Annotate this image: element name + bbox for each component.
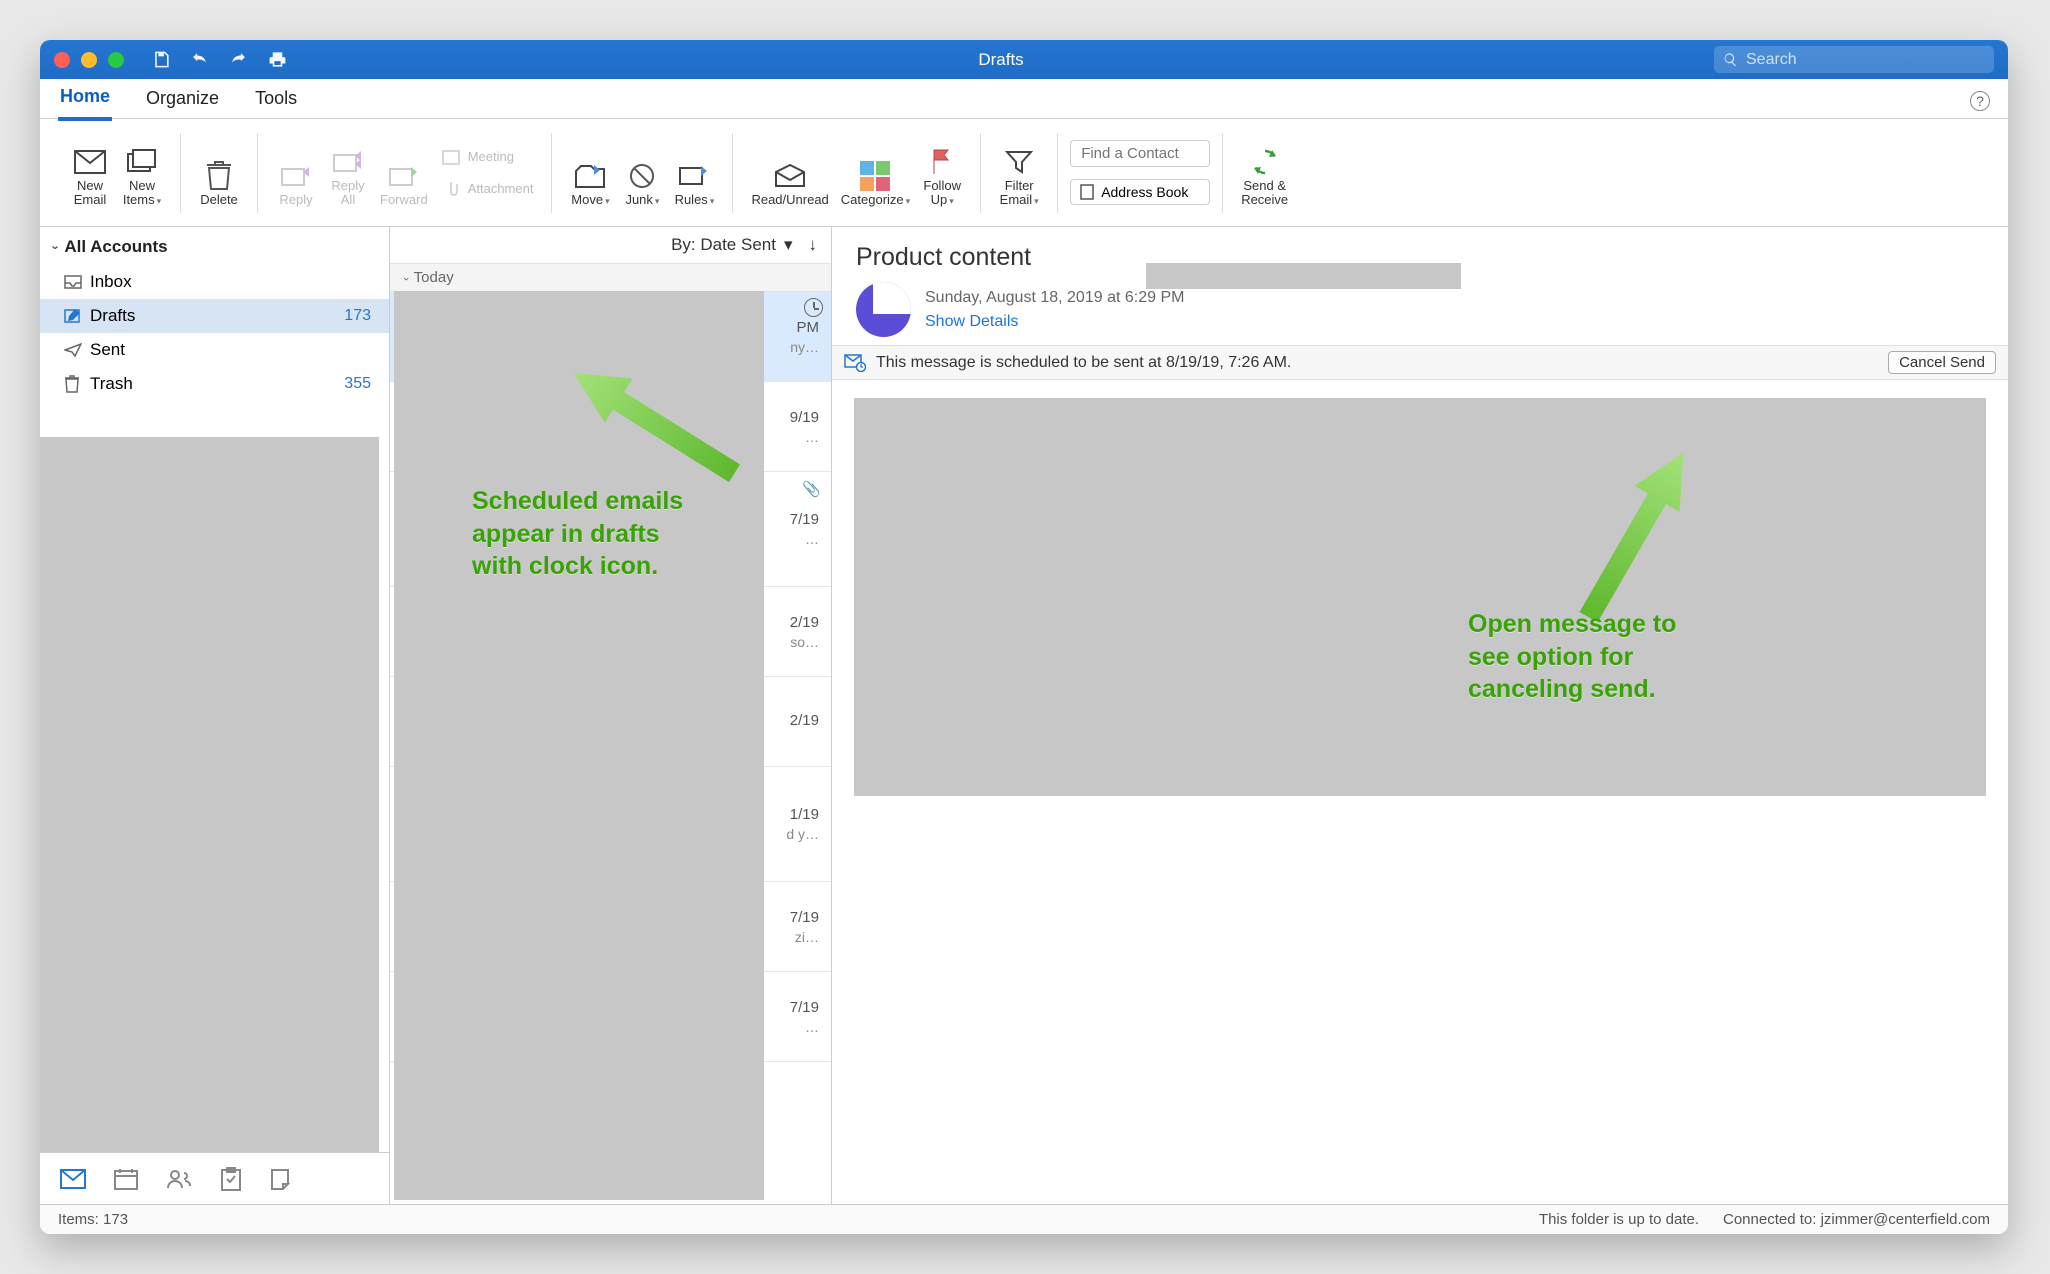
send-receive-button[interactable]: Send & Receive — [1235, 136, 1294, 210]
zoom-window-button[interactable] — [108, 52, 124, 68]
scheduled-info-text: This message is scheduled to be sent at … — [876, 354, 1291, 372]
folder-trash[interactable]: Trash355 — [40, 367, 389, 401]
sidebar-redacted — [40, 437, 379, 1152]
status-bar: Items: 173 This folder is up to date. Co… — [40, 1204, 2008, 1234]
print-icon[interactable] — [267, 50, 288, 69]
show-details-link[interactable]: Show Details — [925, 307, 1184, 331]
window-title: Drafts — [288, 50, 1714, 70]
search-container — [1714, 46, 1994, 73]
save-icon[interactable] — [152, 50, 171, 69]
help-icon[interactable]: ? — [1970, 91, 1990, 111]
categorize-button[interactable]: Categorize — [835, 136, 916, 210]
read-unread-button[interactable]: Read/Unread — [745, 136, 834, 210]
folder-drafts[interactable]: Drafts173 — [40, 299, 389, 333]
sidebar: All Accounts Inbox Drafts173 Sent Trash3… — [40, 227, 390, 1204]
move-button[interactable]: Move — [564, 136, 616, 210]
undo-icon[interactable] — [189, 50, 210, 69]
reply-all-button[interactable]: Reply All — [322, 136, 374, 210]
all-accounts-header[interactable]: All Accounts — [40, 227, 389, 265]
minimize-window-button[interactable] — [81, 52, 97, 68]
find-contact-input[interactable] — [1070, 140, 1210, 167]
redacted-bar — [1146, 263, 1461, 289]
inbox-icon — [64, 275, 82, 289]
tab-organize[interactable]: Organize — [144, 82, 221, 119]
message-date: Sunday, August 18, 2019 at 6:29 PM — [925, 289, 1184, 307]
sent-icon — [64, 343, 82, 357]
tab-tools[interactable]: Tools — [253, 82, 299, 119]
search-icon — [1723, 52, 1738, 67]
app-window: Drafts Home Organize Tools ? New Email N… — [40, 40, 2008, 1234]
reply-button[interactable]: Reply — [270, 136, 322, 210]
attachment-button[interactable]: Attachment — [434, 174, 540, 204]
message-body-redacted — [854, 398, 1986, 796]
status-item-count: Items: 173 — [58, 1211, 128, 1228]
ribbon: New Email New Items Delete Reply Reply A… — [40, 119, 2008, 227]
forward-button[interactable]: Forward — [374, 136, 434, 210]
sender-avatar — [856, 282, 911, 337]
nav-mail-icon[interactable] — [60, 1169, 86, 1189]
status-connection: Connected to: jzimmer@centerfield.com — [1723, 1211, 1990, 1228]
folder-inbox[interactable]: Inbox — [40, 265, 389, 299]
message-list-redacted — [394, 291, 764, 1200]
follow-up-button[interactable]: Follow Up — [916, 136, 968, 210]
junk-button[interactable]: Junk — [616, 136, 668, 210]
message-list: By: Date Sent▾↓ Today PMny… 9/19… 📎7/19…… — [390, 227, 832, 1204]
scheduled-clock-icon — [804, 298, 823, 317]
nav-tasks-icon[interactable] — [220, 1167, 242, 1191]
close-window-button[interactable] — [54, 52, 70, 68]
status-sync: This folder is up to date. — [1539, 1211, 1699, 1228]
meeting-button[interactable]: Meeting — [434, 142, 540, 172]
scheduled-info-bar: This message is scheduled to be sent at … — [832, 345, 2008, 380]
scheduled-mail-icon — [844, 354, 866, 372]
address-book-button[interactable]: Address Book — [1070, 179, 1210, 205]
sort-header[interactable]: By: Date Sent▾↓ — [390, 227, 831, 263]
nav-bar — [40, 1152, 389, 1204]
tab-bar: Home Organize Tools ? — [40, 79, 2008, 119]
new-email-button[interactable]: New Email — [64, 136, 116, 210]
date-group-today[interactable]: Today — [390, 263, 831, 292]
window-controls — [54, 52, 124, 68]
search-input[interactable] — [1714, 46, 1994, 73]
cancel-send-button[interactable]: Cancel Send — [1888, 351, 1996, 374]
new-items-button[interactable]: New Items — [116, 136, 168, 210]
redo-icon[interactable] — [228, 50, 249, 69]
tab-home[interactable]: Home — [58, 80, 112, 121]
rules-button[interactable]: Rules — [668, 136, 720, 210]
quick-access-toolbar — [152, 50, 288, 69]
nav-notes-icon[interactable] — [270, 1168, 290, 1190]
title-bar: Drafts — [40, 40, 2008, 79]
delete-button[interactable]: Delete — [193, 136, 245, 210]
folder-sent[interactable]: Sent — [40, 333, 389, 367]
message-header: Sunday, August 18, 2019 at 6:29 PM Show … — [832, 282, 2008, 345]
filter-email-button[interactable]: Filter Email — [993, 136, 1045, 210]
nav-calendar-icon[interactable] — [114, 1168, 138, 1190]
folder-tree: All Accounts Inbox Drafts173 Sent Trash3… — [40, 227, 389, 1152]
drafts-icon — [64, 308, 82, 324]
attachment-icon: 📎 — [802, 480, 821, 498]
trash-icon — [64, 375, 82, 393]
nav-people-icon[interactable] — [166, 1168, 192, 1190]
reading-pane: Product content Sunday, August 18, 2019 … — [832, 227, 2008, 1204]
main-area: All Accounts Inbox Drafts173 Sent Trash3… — [40, 227, 2008, 1204]
